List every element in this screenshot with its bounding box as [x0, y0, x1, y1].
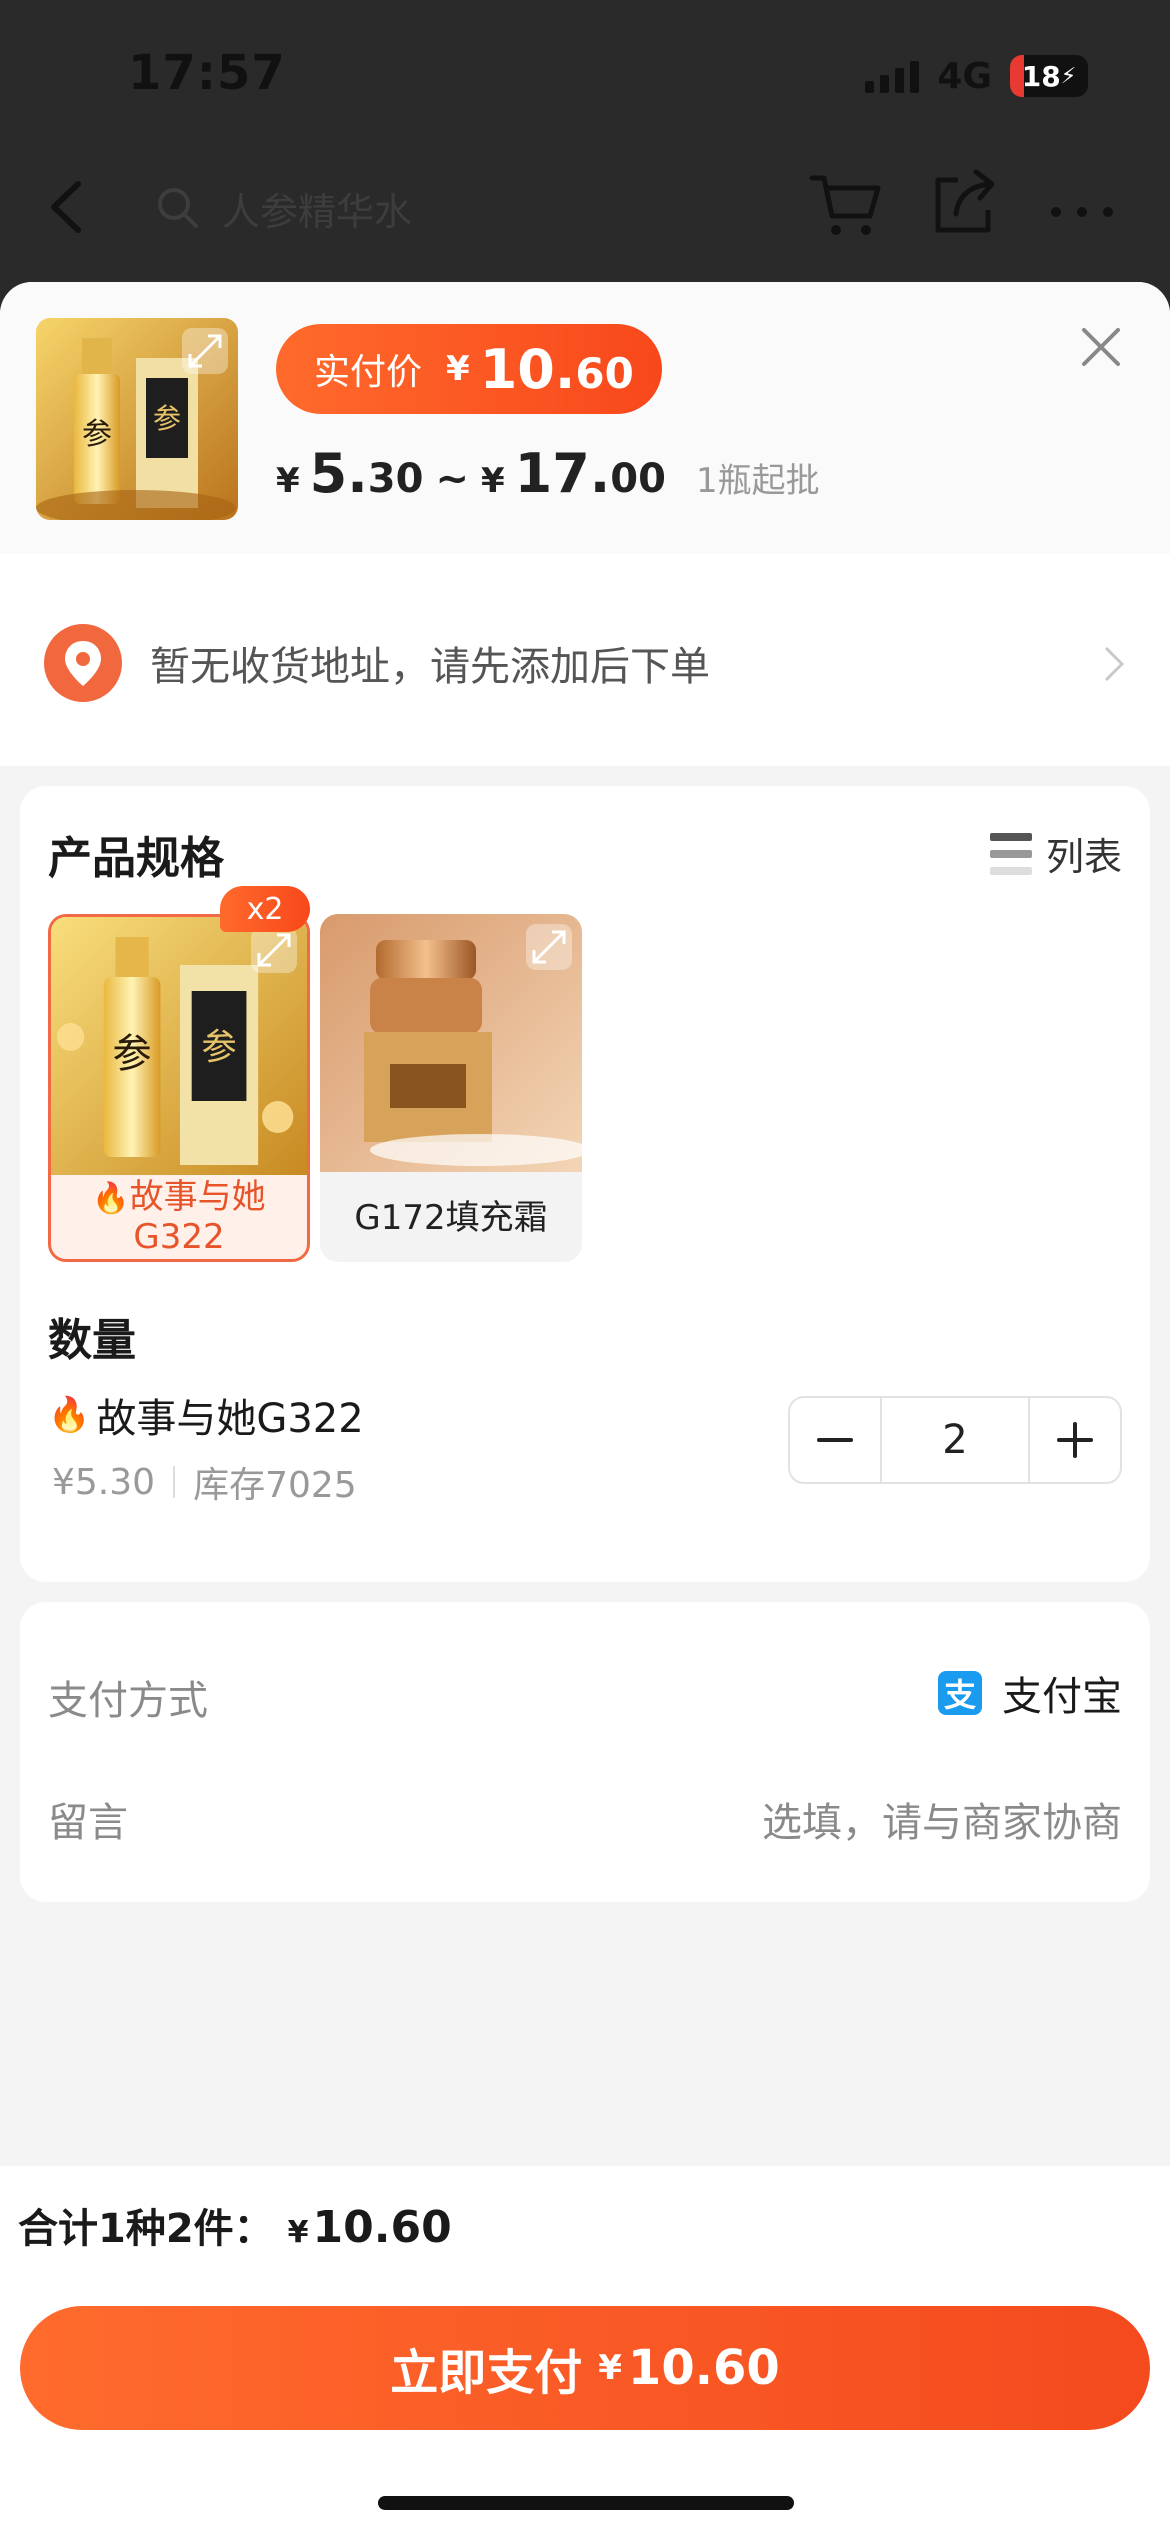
- svg-text:参: 参: [201, 1027, 236, 1068]
- quantity-item-meta: ¥5.30 库存7025: [52, 1456, 357, 1508]
- price-max-integer: 17.: [514, 442, 611, 505]
- fire-icon: 🔥: [48, 1395, 91, 1435]
- pay-now-amount: 10.60: [627, 2340, 780, 2396]
- search-bar[interactable]: 人参精华水: [140, 172, 780, 244]
- chevron-right-icon: [1104, 646, 1125, 682]
- search-icon: [158, 188, 198, 228]
- alipay-icon: 支: [938, 1671, 982, 1715]
- stock-count: 库存7025: [193, 1465, 357, 1506]
- battery-icon: 18 ⚡: [1010, 55, 1088, 97]
- search-placeholder: 人参精华水: [222, 189, 413, 234]
- svg-text:参: 参: [82, 417, 112, 452]
- variant-label-line2: G322: [133, 1217, 225, 1257]
- fire-icon: 🔥: [92, 1181, 130, 1216]
- location-pin-icon: [44, 624, 122, 702]
- spec-card: 产品规格 列表 x2 参 参 🔥故事与她 G322 G172填充霜 数量 🔥 故…: [20, 786, 1150, 1582]
- share-icon[interactable]: [924, 164, 1004, 244]
- list-view-label: 列表: [1045, 835, 1122, 879]
- cart-icon[interactable]: [806, 164, 886, 244]
- expand-icon[interactable]: [526, 924, 572, 970]
- product-thumbnail[interactable]: 参 参: [36, 318, 238, 520]
- list-icon: [989, 832, 1032, 875]
- quantity-value[interactable]: 2: [880, 1398, 1030, 1482]
- decrement-button[interactable]: [790, 1398, 880, 1482]
- nav-bar: 人参精华水: [0, 150, 1170, 270]
- actual-price-badge: 实付价 ¥ 10.60: [276, 324, 662, 414]
- network-type: 4G: [937, 55, 992, 97]
- increment-button[interactable]: [1030, 1398, 1120, 1482]
- status-bar: 17:57 4G 18 ⚡: [0, 0, 1170, 150]
- unit-price: ¥5.30: [52, 1461, 156, 1503]
- price-min-integer: 5.: [309, 442, 368, 505]
- price-max-decimal: 00: [610, 456, 666, 502]
- total-amount: 10.60: [312, 2202, 452, 2253]
- quantity-item-label: 故事与她G322: [96, 1396, 364, 1442]
- divider: [173, 1466, 176, 1498]
- price-min-decimal: 30: [367, 456, 424, 502]
- quantity-item-name: 🔥 故事与她G322: [48, 1386, 364, 1444]
- currency-symbol: ¥: [598, 2348, 622, 2388]
- expand-icon[interactable]: [182, 328, 228, 374]
- total-label: 合计1种2件：: [18, 2206, 274, 2252]
- variant-label: G172填充霜: [354, 1198, 548, 1238]
- payment-card: 支付方式 支 支付宝 留言 选填，请与商家协商: [20, 1602, 1150, 1902]
- spec-title: 产品规格: [48, 833, 224, 884]
- payment-method-selector[interactable]: 支 支付宝: [938, 1664, 1122, 1722]
- checkout-footer: 合计1种2件： ¥ 10.60 立即支付 ¥ 10.60: [0, 2166, 1170, 2532]
- close-icon[interactable]: [1076, 322, 1126, 372]
- price-range: ¥ 5. 30 ~ ¥ 17. 00 1瓶起批: [276, 442, 820, 512]
- status-indicators: 4G 18 ⚡: [865, 52, 1088, 100]
- minus-icon: [817, 1438, 853, 1442]
- background-page: 17:57 4G 18 ⚡ 人参精华水: [0, 0, 1170, 300]
- actual-price-decimal: 60: [575, 348, 634, 398]
- sheet-header: 参 参 实付价 ¥ 10.60 ¥ 5. 30 ~ ¥ 17. 00 1瓶起批: [0, 282, 1170, 554]
- note-input[interactable]: 选填，请与商家协商: [762, 1790, 1122, 1848]
- svg-text:参: 参: [113, 1031, 152, 1078]
- back-icon[interactable]: [42, 172, 92, 242]
- variant-option[interactable]: 参 参 🔥故事与她 G322: [48, 914, 310, 1262]
- address-row[interactable]: 暂无收货地址，请先添加后下单: [0, 554, 1170, 766]
- currency-symbol: ¥: [287, 2215, 309, 2250]
- order-sheet: 参 参 实付价 ¥ 10.60 ¥ 5. 30 ~ ¥ 17. 00 1瓶起批 …: [0, 282, 1170, 2532]
- battery-level: 18: [1021, 59, 1061, 93]
- variant-option[interactable]: G172填充霜: [320, 914, 582, 1262]
- note-label: 留言: [48, 1800, 128, 1846]
- range-separator: ~: [435, 456, 469, 502]
- variant-label: 🔥故事与她 G322: [51, 1175, 307, 1259]
- signal-icon: [865, 59, 920, 93]
- pay-now-label: 立即支付: [390, 2345, 583, 2401]
- actual-price-label: 实付价: [314, 352, 423, 393]
- quantity-stepper[interactable]: 2: [788, 1396, 1122, 1484]
- currency-symbol: ¥: [276, 461, 300, 501]
- home-indicator[interactable]: [378, 2496, 794, 2510]
- actual-price-integer: 10.: [479, 337, 576, 401]
- list-view-toggle[interactable]: 列表: [989, 826, 1122, 881]
- pay-now-button[interactable]: 立即支付 ¥ 10.60: [20, 2306, 1150, 2430]
- min-order-quantity: 1瓶起批: [695, 461, 820, 501]
- variant-label-line1: 故事与她: [129, 1177, 266, 1217]
- plus-icon: [1057, 1422, 1093, 1458]
- selected-count-badge: x2: [220, 886, 310, 932]
- status-time: 17:57: [128, 45, 286, 101]
- currency-symbol: ¥: [446, 349, 470, 389]
- actual-price-value: 10.60: [480, 338, 634, 401]
- payment-method-value: 支付宝: [1002, 1674, 1122, 1720]
- svg-text:参: 参: [153, 402, 181, 435]
- quantity-title: 数量: [48, 1315, 136, 1366]
- more-icon[interactable]: [1042, 164, 1122, 244]
- order-total: 合计1种2件： ¥ 10.60: [18, 2196, 452, 2254]
- payment-method-label: 支付方式: [48, 1678, 208, 1724]
- expand-icon[interactable]: [251, 927, 297, 973]
- currency-symbol: ¥: [480, 461, 505, 501]
- address-prompt: 暂无收货地址，请先添加后下单: [150, 644, 710, 690]
